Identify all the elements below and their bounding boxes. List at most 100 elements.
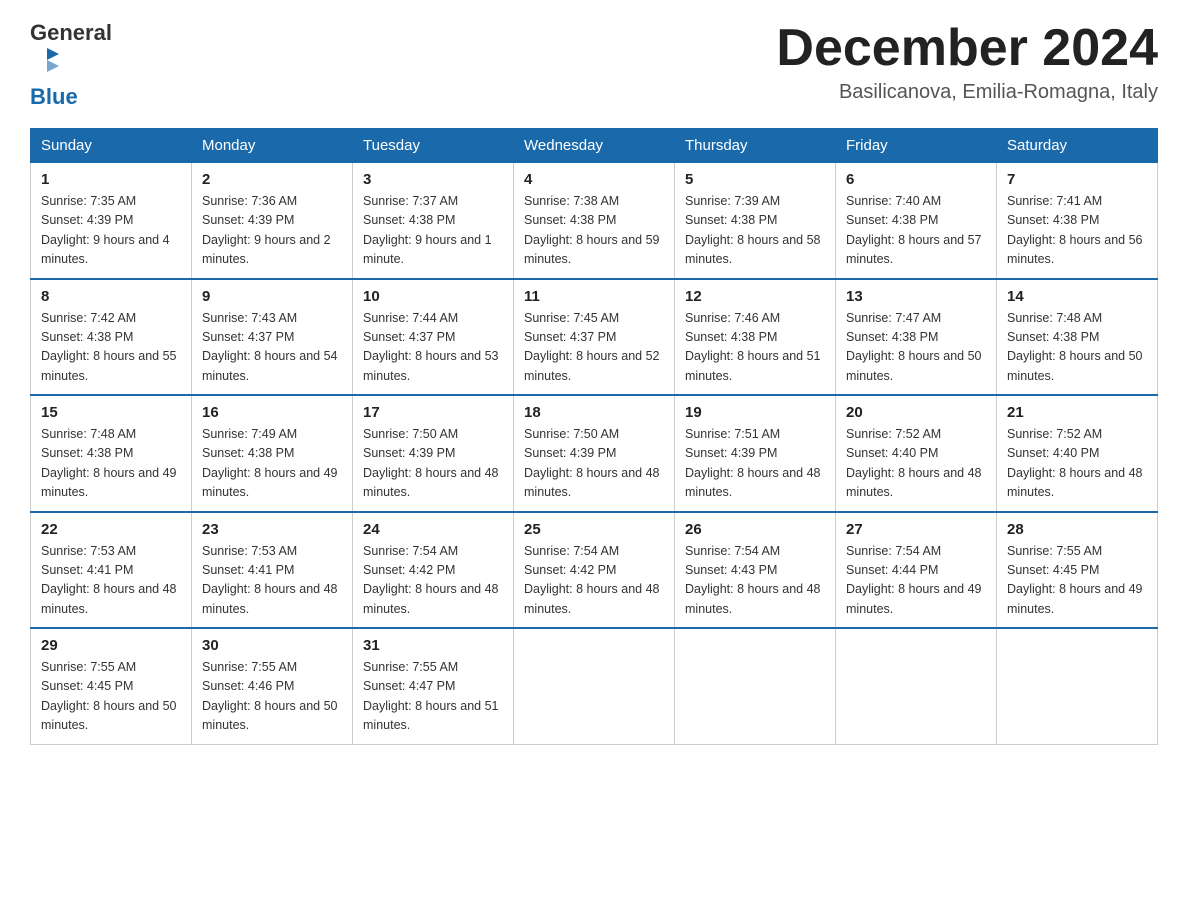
day-info: Sunrise: 7:54 AM Sunset: 4:44 PM Dayligh… (846, 542, 986, 620)
day-info: Sunrise: 7:35 AM Sunset: 4:39 PM Dayligh… (41, 192, 181, 270)
day-info: Sunrise: 7:55 AM Sunset: 4:47 PM Dayligh… (363, 658, 503, 736)
day-number: 20 (846, 404, 986, 421)
day-info: Sunrise: 7:36 AM Sunset: 4:39 PM Dayligh… (202, 192, 342, 270)
day-info: Sunrise: 7:55 AM Sunset: 4:46 PM Dayligh… (202, 658, 342, 736)
calendar-week-row: 8 Sunrise: 7:42 AM Sunset: 4:38 PM Dayli… (31, 279, 1158, 396)
day-number: 29 (41, 637, 181, 654)
day-info: Sunrise: 7:38 AM Sunset: 4:38 PM Dayligh… (524, 192, 664, 270)
day-info: Sunrise: 7:40 AM Sunset: 4:38 PM Dayligh… (846, 192, 986, 270)
table-row (675, 628, 836, 744)
calendar-week-row: 22 Sunrise: 7:53 AM Sunset: 4:41 PM Dayl… (31, 512, 1158, 629)
header-tuesday: Tuesday (353, 129, 514, 163)
day-info: Sunrise: 7:49 AM Sunset: 4:38 PM Dayligh… (202, 425, 342, 503)
table-row: 3 Sunrise: 7:37 AM Sunset: 4:38 PM Dayli… (353, 163, 514, 279)
days-header-row: Sunday Monday Tuesday Wednesday Thursday… (31, 129, 1158, 163)
table-row: 7 Sunrise: 7:41 AM Sunset: 4:38 PM Dayli… (997, 163, 1158, 279)
table-row: 21 Sunrise: 7:52 AM Sunset: 4:40 PM Dayl… (997, 395, 1158, 512)
location-subtitle: Basilicanova, Emilia-Romagna, Italy (776, 81, 1158, 104)
day-info: Sunrise: 7:54 AM Sunset: 4:42 PM Dayligh… (524, 542, 664, 620)
day-number: 9 (202, 288, 342, 305)
table-row (836, 628, 997, 744)
day-number: 24 (363, 521, 503, 538)
day-info: Sunrise: 7:48 AM Sunset: 4:38 PM Dayligh… (41, 425, 181, 503)
table-row: 9 Sunrise: 7:43 AM Sunset: 4:37 PM Dayli… (192, 279, 353, 396)
table-row: 23 Sunrise: 7:53 AM Sunset: 4:41 PM Dayl… (192, 512, 353, 629)
day-info: Sunrise: 7:39 AM Sunset: 4:38 PM Dayligh… (685, 192, 825, 270)
day-number: 10 (363, 288, 503, 305)
day-number: 28 (1007, 521, 1147, 538)
day-number: 16 (202, 404, 342, 421)
table-row: 28 Sunrise: 7:55 AM Sunset: 4:45 PM Dayl… (997, 512, 1158, 629)
title-area: December 2024 Basilicanova, Emilia-Romag… (776, 20, 1158, 104)
table-row: 2 Sunrise: 7:36 AM Sunset: 4:39 PM Dayli… (192, 163, 353, 279)
day-number: 3 (363, 171, 503, 188)
day-number: 1 (41, 171, 181, 188)
header-wednesday: Wednesday (514, 129, 675, 163)
header-friday: Friday (836, 129, 997, 163)
table-row (997, 628, 1158, 744)
logo-text-general: General (30, 20, 112, 46)
day-info: Sunrise: 7:46 AM Sunset: 4:38 PM Dayligh… (685, 309, 825, 387)
day-info: Sunrise: 7:48 AM Sunset: 4:38 PM Dayligh… (1007, 309, 1147, 387)
day-number: 19 (685, 404, 825, 421)
day-info: Sunrise: 7:55 AM Sunset: 4:45 PM Dayligh… (1007, 542, 1147, 620)
table-row: 13 Sunrise: 7:47 AM Sunset: 4:38 PM Dayl… (836, 279, 997, 396)
day-number: 11 (524, 288, 664, 305)
table-row: 10 Sunrise: 7:44 AM Sunset: 4:37 PM Dayl… (353, 279, 514, 396)
day-info: Sunrise: 7:47 AM Sunset: 4:38 PM Dayligh… (846, 309, 986, 387)
table-row: 22 Sunrise: 7:53 AM Sunset: 4:41 PM Dayl… (31, 512, 192, 629)
day-number: 22 (41, 521, 181, 538)
day-number: 7 (1007, 171, 1147, 188)
day-number: 6 (846, 171, 986, 188)
day-number: 5 (685, 171, 825, 188)
day-number: 8 (41, 288, 181, 305)
calendar-table: Sunday Monday Tuesday Wednesday Thursday… (30, 128, 1158, 745)
calendar-week-row: 1 Sunrise: 7:35 AM Sunset: 4:39 PM Dayli… (31, 163, 1158, 279)
table-row: 8 Sunrise: 7:42 AM Sunset: 4:38 PM Dayli… (31, 279, 192, 396)
day-info: Sunrise: 7:52 AM Sunset: 4:40 PM Dayligh… (1007, 425, 1147, 503)
table-row: 27 Sunrise: 7:54 AM Sunset: 4:44 PM Dayl… (836, 512, 997, 629)
day-info: Sunrise: 7:45 AM Sunset: 4:37 PM Dayligh… (524, 309, 664, 387)
day-info: Sunrise: 7:55 AM Sunset: 4:45 PM Dayligh… (41, 658, 181, 736)
day-number: 18 (524, 404, 664, 421)
day-number: 30 (202, 637, 342, 654)
day-number: 2 (202, 171, 342, 188)
header-monday: Monday (192, 129, 353, 163)
table-row (514, 628, 675, 744)
day-number: 25 (524, 521, 664, 538)
table-row: 17 Sunrise: 7:50 AM Sunset: 4:39 PM Dayl… (353, 395, 514, 512)
day-number: 23 (202, 521, 342, 538)
day-info: Sunrise: 7:42 AM Sunset: 4:38 PM Dayligh… (41, 309, 181, 387)
table-row: 4 Sunrise: 7:38 AM Sunset: 4:38 PM Dayli… (514, 163, 675, 279)
day-info: Sunrise: 7:41 AM Sunset: 4:38 PM Dayligh… (1007, 192, 1147, 270)
header-sunday: Sunday (31, 129, 192, 163)
day-number: 14 (1007, 288, 1147, 305)
day-number: 13 (846, 288, 986, 305)
table-row: 31 Sunrise: 7:55 AM Sunset: 4:47 PM Dayl… (353, 628, 514, 744)
page-header: General Blue December 2024 Basilicanova,… (30, 20, 1158, 110)
day-info: Sunrise: 7:51 AM Sunset: 4:39 PM Dayligh… (685, 425, 825, 503)
logo-flag-icon (33, 46, 61, 74)
day-number: 4 (524, 171, 664, 188)
table-row: 18 Sunrise: 7:50 AM Sunset: 4:39 PM Dayl… (514, 395, 675, 512)
calendar-week-row: 29 Sunrise: 7:55 AM Sunset: 4:45 PM Dayl… (31, 628, 1158, 744)
table-row: 20 Sunrise: 7:52 AM Sunset: 4:40 PM Dayl… (836, 395, 997, 512)
table-row: 12 Sunrise: 7:46 AM Sunset: 4:38 PM Dayl… (675, 279, 836, 396)
table-row: 15 Sunrise: 7:48 AM Sunset: 4:38 PM Dayl… (31, 395, 192, 512)
calendar-week-row: 15 Sunrise: 7:48 AM Sunset: 4:38 PM Dayl… (31, 395, 1158, 512)
table-row: 6 Sunrise: 7:40 AM Sunset: 4:38 PM Dayli… (836, 163, 997, 279)
day-info: Sunrise: 7:37 AM Sunset: 4:38 PM Dayligh… (363, 192, 503, 270)
day-info: Sunrise: 7:52 AM Sunset: 4:40 PM Dayligh… (846, 425, 986, 503)
month-title: December 2024 (776, 20, 1158, 77)
header-thursday: Thursday (675, 129, 836, 163)
table-row: 5 Sunrise: 7:39 AM Sunset: 4:38 PM Dayli… (675, 163, 836, 279)
day-number: 31 (363, 637, 503, 654)
day-number: 17 (363, 404, 503, 421)
table-row: 26 Sunrise: 7:54 AM Sunset: 4:43 PM Dayl… (675, 512, 836, 629)
day-number: 12 (685, 288, 825, 305)
header-saturday: Saturday (997, 129, 1158, 163)
table-row: 19 Sunrise: 7:51 AM Sunset: 4:39 PM Dayl… (675, 395, 836, 512)
day-info: Sunrise: 7:54 AM Sunset: 4:43 PM Dayligh… (685, 542, 825, 620)
table-row: 30 Sunrise: 7:55 AM Sunset: 4:46 PM Dayl… (192, 628, 353, 744)
day-info: Sunrise: 7:50 AM Sunset: 4:39 PM Dayligh… (524, 425, 664, 503)
